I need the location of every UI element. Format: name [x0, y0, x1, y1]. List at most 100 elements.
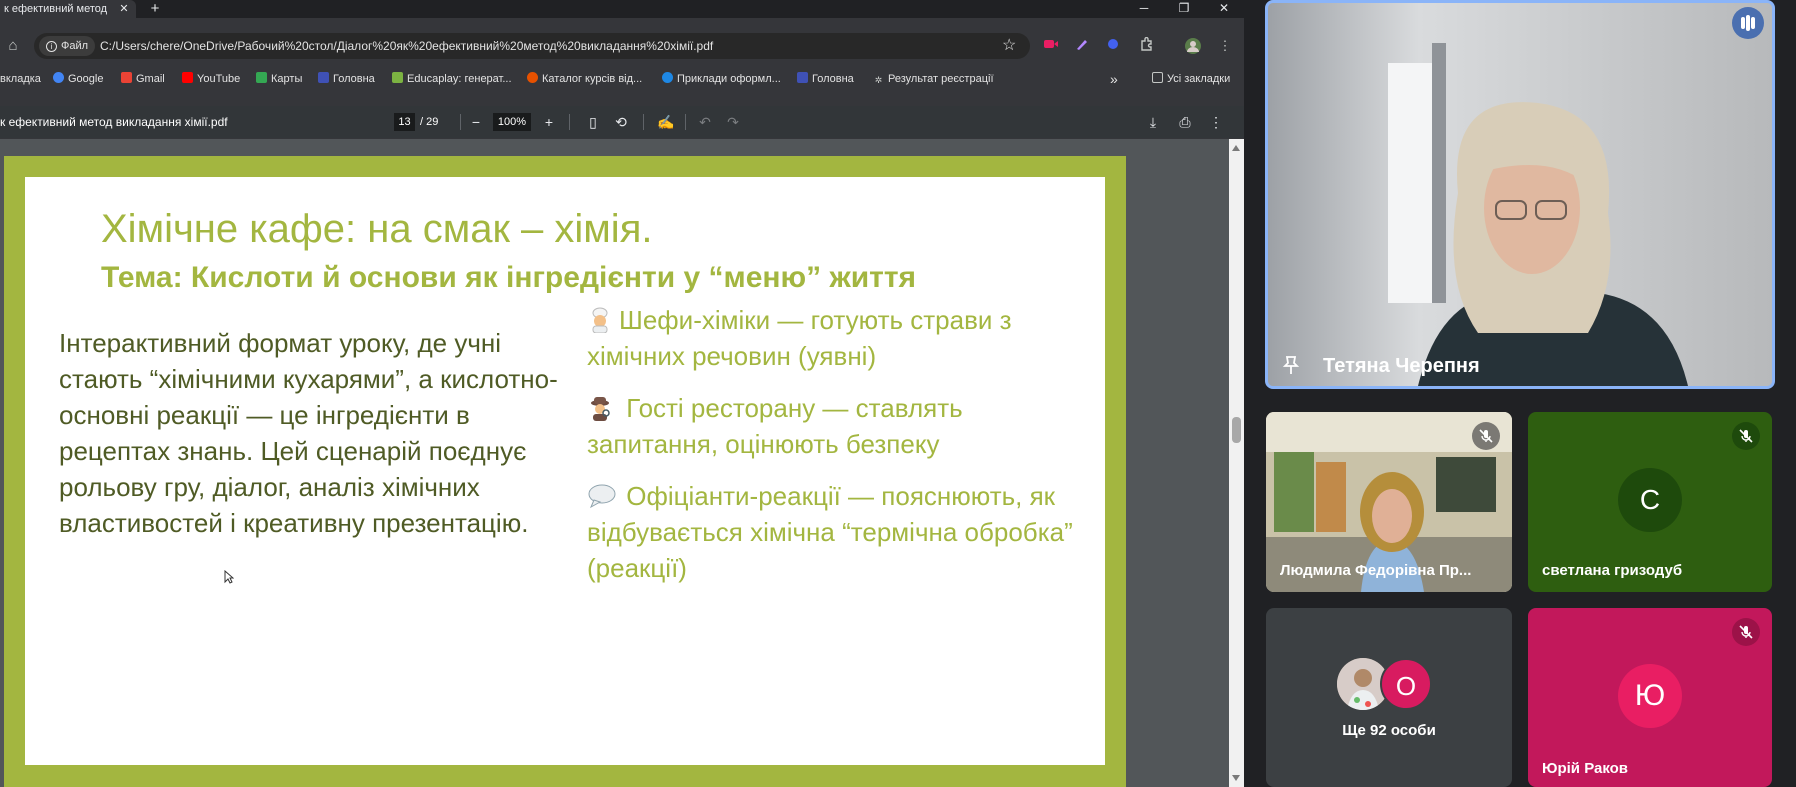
bookmark-item[interactable]: YouTube: [182, 68, 240, 90]
role-text: Шефи-хіміки — готують страви з хімічних …: [587, 305, 1012, 371]
meet-extension-icon[interactable]: [1042, 37, 1060, 55]
page-number-input[interactable]: 13: [394, 113, 415, 131]
fit-page-icon[interactable]: ▯: [583, 112, 603, 132]
speaker-name: Тетяна Черепня: [1323, 355, 1480, 377]
mic-off-icon: [1732, 422, 1760, 450]
bookmark-item[interactable]: Головна: [318, 68, 375, 90]
close-window-button[interactable]: ✕: [1206, 0, 1242, 18]
slide-title: Хімічне кафе: на смак – хімія.: [101, 207, 653, 251]
profile-avatar-icon[interactable]: [1184, 37, 1202, 55]
home-icon[interactable]: ⌂: [4, 37, 22, 55]
site-chip-label: Файл: [61, 40, 89, 52]
minimize-button[interactable]: ─: [1126, 0, 1162, 18]
participant-name: Юрій Раков: [1542, 760, 1629, 777]
page-total: / 29: [420, 116, 439, 128]
slide-roles-list: Шефи-хіміки — готують страви з хімічних …: [587, 302, 1097, 602]
extensions-puzzle-icon[interactable]: [1137, 36, 1155, 55]
speaker-tile[interactable]: Тетяна Черепня: [1265, 0, 1775, 389]
zoom-out-icon[interactable]: −: [466, 112, 486, 132]
chrome-menu-icon[interactable]: ⋮: [1216, 37, 1234, 55]
participant-name: светлана гризодуб: [1542, 562, 1683, 579]
active-tab[interactable]: к ефективний метод в ✕: [0, 0, 136, 18]
participant-tile[interactable]: Ю Юрій Раков: [1528, 608, 1772, 787]
participant-name: Людмила Федорівна Пр...: [1280, 562, 1472, 579]
speaker-video: [1268, 3, 1772, 386]
slide-description: Інтерактивний формат уроку, де учні стаю…: [59, 328, 558, 538]
role-item: Шефи-хіміки — готують страви з хімічних …: [587, 302, 1097, 374]
blue-dot-extension-icon[interactable]: [1104, 37, 1122, 55]
print-icon[interactable]: ⎙: [1175, 112, 1195, 132]
annotate-icon[interactable]: ✍: [656, 112, 676, 132]
more-participants-tile[interactable]: О Ще 92 особи: [1266, 608, 1512, 787]
address-bar[interactable]: i Файл C:/Users/chere/OneDrive/Рабочий%20…: [34, 33, 1030, 59]
role-item: Офіціанти-реакції — пояснюють, як відбув…: [587, 478, 1097, 586]
participant-avatar: О: [1380, 658, 1432, 710]
redo-icon[interactable]: ↷: [723, 112, 743, 132]
youtube-icon: [182, 72, 193, 83]
zoom-in-icon[interactable]: +: [539, 112, 559, 132]
toolbar-divider: [685, 114, 686, 130]
mic-off-icon: [1472, 422, 1500, 450]
google-icon: [53, 72, 64, 83]
more-participants-label: Ще 92 особи: [1342, 722, 1436, 739]
registration-icon: ✲: [874, 75, 883, 85]
bookmark-item[interactable]: ✲ Результат реєстрації: [873, 68, 994, 90]
bookmark-item[interactable]: Головна: [797, 68, 854, 90]
maps-icon: [256, 72, 267, 83]
toolbar-divider: [569, 114, 570, 130]
flag-icon: [797, 72, 808, 83]
participant-tile[interactable]: Людмила Федорівна Пр...: [1266, 412, 1512, 592]
pdf-viewer[interactable]: Хімічне кафе: на смак – хімія. Тема: Кис…: [0, 139, 1244, 787]
slide-content: Хімічне кафе: на смак – хімія. Тема: Кис…: [25, 177, 1105, 765]
restore-button[interactable]: ❐: [1166, 0, 1202, 18]
bookmarks-more-button[interactable]: »: [1110, 68, 1118, 90]
toolbar-divider: [643, 114, 644, 130]
site-info-chip[interactable]: i Файл: [39, 36, 96, 56]
bookmark-star-icon[interactable]: ☆: [1002, 33, 1016, 59]
detective-emoji-icon: [587, 394, 613, 421]
pdf-toolbar: к ефективний метод викладання хімії.pdf …: [0, 106, 1244, 138]
vertical-scrollbar[interactable]: [1229, 139, 1244, 787]
all-bookmarks-folder[interactable]: Усі закладки: [1152, 68, 1230, 90]
bookmark-item[interactable]: Приклади оформл...: [662, 68, 781, 90]
pen-extension-icon[interactable]: [1073, 37, 1091, 55]
info-icon: i: [46, 41, 57, 52]
bookmark-item[interactable]: Educaplay: генерат...: [392, 68, 512, 90]
pin-icon[interactable]: [1280, 354, 1302, 376]
undo-icon[interactable]: ↶: [695, 112, 715, 132]
folder-icon: [1152, 72, 1163, 83]
speech-bubble-emoji-icon: [587, 482, 616, 509]
rotate-icon[interactable]: ⟲: [611, 112, 631, 132]
educaplay-icon: [392, 72, 403, 83]
role-text: Офіціанти-реакції — пояснюють, як відбув…: [587, 481, 1073, 583]
new-tab-button[interactable]: +: [146, 0, 164, 18]
role-item: Гості ресторану — ставлять запитання, оц…: [587, 390, 1097, 462]
url-text[interactable]: C:/Users/chere/OneDrive/Рабочий%20стол/Д…: [100, 33, 713, 59]
bookmark-item[interactable]: Google: [53, 68, 103, 90]
download-icon[interactable]: ⤓: [1143, 112, 1163, 132]
bookmark-item[interactable]: Каталог курсів від...: [527, 68, 642, 90]
scroll-down-arrow-icon[interactable]: [1232, 775, 1240, 781]
examples-icon: [662, 72, 673, 83]
scroll-up-arrow-icon[interactable]: [1232, 145, 1240, 151]
participant-avatar: С: [1618, 468, 1682, 532]
meet-participants-panel: Тетяна Черепня Людмила Федорівна Пр... С…: [1244, 0, 1796, 787]
tab-strip: к ефективний метод в ✕ + ─ ❐ ✕: [0, 0, 1244, 18]
zoom-input[interactable]: 100%: [493, 113, 531, 131]
role-text: Гості ресторану — ставлять запитання, оц…: [587, 393, 963, 459]
slide-subtitle: Тема: Кислоти й основи як інгредієнти у …: [101, 261, 917, 294]
participant-tile[interactable]: С светлана гризодуб: [1528, 412, 1772, 592]
scroll-thumb[interactable]: [1232, 417, 1241, 443]
chef-emoji-icon: [587, 306, 613, 334]
bookmark-item[interactable]: Карты: [256, 68, 302, 90]
participant-avatar: Ю: [1618, 664, 1682, 728]
pdf-more-icon[interactable]: ⋮: [1206, 112, 1226, 132]
bookmarks-bar: вкладка Google Gmail YouTube Карты Голов…: [0, 68, 1244, 90]
bookmark-item[interactable]: вкладка: [0, 68, 41, 90]
tab-close-icon[interactable]: ✕: [117, 0, 131, 18]
toolbar-divider: [460, 114, 461, 130]
mic-off-icon: [1732, 618, 1760, 646]
catalog-icon: [527, 72, 538, 83]
slide-frame: Хімічне кафе: на смак – хімія. Тема: Кис…: [4, 156, 1126, 787]
bookmark-item[interactable]: Gmail: [121, 68, 165, 90]
